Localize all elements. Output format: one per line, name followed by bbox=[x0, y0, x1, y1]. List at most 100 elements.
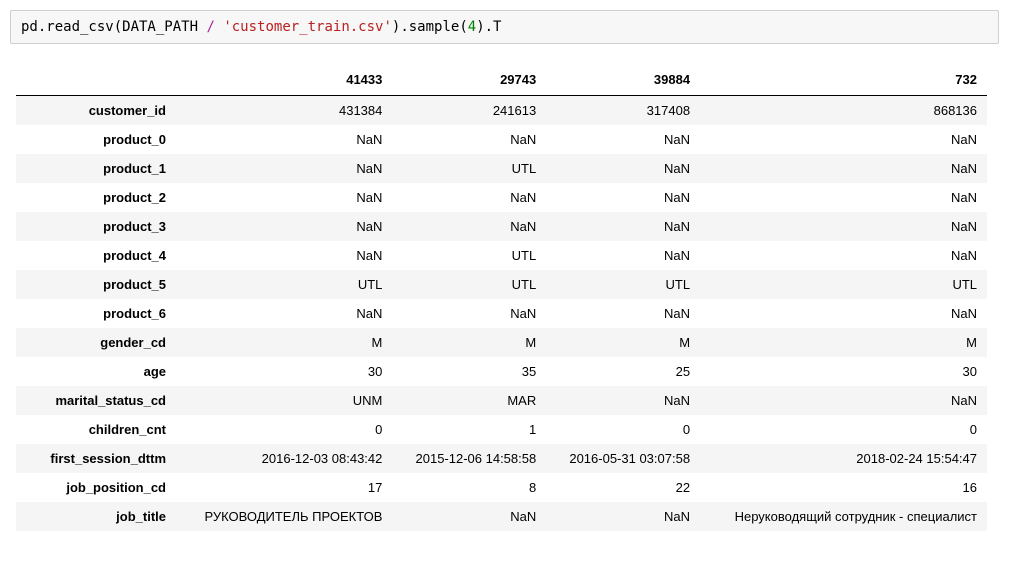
cell-value: 2016-12-03 08:43:42 bbox=[176, 444, 392, 473]
cell-value: Неруководящий сотрудник - специалист bbox=[700, 502, 987, 531]
table-row: product_1 NaN UTL NaN NaN bbox=[16, 154, 987, 183]
cell-value: NaN bbox=[176, 299, 392, 328]
cell-value: M bbox=[546, 328, 700, 357]
column-header: 29743 bbox=[392, 64, 546, 96]
cell-value: NaN bbox=[546, 183, 700, 212]
row-header: product_4 bbox=[16, 241, 176, 270]
cell-value: NaN bbox=[700, 154, 987, 183]
row-header: children_cnt bbox=[16, 415, 176, 444]
table-row: product_4 NaN UTL NaN NaN bbox=[16, 241, 987, 270]
column-header: 732 bbox=[700, 64, 987, 96]
cell-value: NaN bbox=[700, 212, 987, 241]
cell-value: NaN bbox=[546, 299, 700, 328]
cell-value: NaN bbox=[392, 299, 546, 328]
cell-value: NaN bbox=[546, 241, 700, 270]
table-row: marital_status_cd UNM MAR NaN NaN bbox=[16, 386, 987, 415]
table-row: product_0 NaN NaN NaN NaN bbox=[16, 125, 987, 154]
table-row: job_title РУКОВОДИТЕЛЬ ПРОЕКТОВ NaN NaN … bbox=[16, 502, 987, 531]
code-string-literal: 'customer_train.csv' bbox=[223, 19, 392, 35]
cell-value: 30 bbox=[176, 357, 392, 386]
table-row: job_position_cd 17 8 22 16 bbox=[16, 473, 987, 502]
cell-value: 241613 bbox=[392, 96, 546, 126]
cell-value: NaN bbox=[546, 502, 700, 531]
cell-value: NaN bbox=[176, 183, 392, 212]
cell-value: UTL bbox=[392, 241, 546, 270]
code-operator: / bbox=[206, 19, 214, 35]
cell-value: 2018-02-24 15:54:47 bbox=[700, 444, 987, 473]
cell-value: M bbox=[392, 328, 546, 357]
row-header: customer_id bbox=[16, 96, 176, 126]
cell-value: 2016-05-31 03:07:58 bbox=[546, 444, 700, 473]
cell-value: 8 bbox=[392, 473, 546, 502]
cell-value: 30 bbox=[700, 357, 987, 386]
row-header: job_position_cd bbox=[16, 473, 176, 502]
cell-value: NaN bbox=[700, 183, 987, 212]
cell-value: NaN bbox=[176, 154, 392, 183]
row-header: job_title bbox=[16, 502, 176, 531]
cell-value: NaN bbox=[176, 241, 392, 270]
code-segment: pd.read_csv(DATA_PATH bbox=[21, 19, 206, 35]
cell-value: NaN bbox=[546, 125, 700, 154]
cell-value: UTL bbox=[392, 154, 546, 183]
cell-value: UTL bbox=[392, 270, 546, 299]
cell-value: NaN bbox=[700, 299, 987, 328]
column-header: 39884 bbox=[546, 64, 700, 96]
table-row: product_2 NaN NaN NaN NaN bbox=[16, 183, 987, 212]
row-header: product_6 bbox=[16, 299, 176, 328]
row-header: product_2 bbox=[16, 183, 176, 212]
cell-value: 868136 bbox=[700, 96, 987, 126]
cell-value: 16 bbox=[700, 473, 987, 502]
cell-value: РУКОВОДИТЕЛЬ ПРОЕКТОВ bbox=[176, 502, 392, 531]
cell-value: 431384 bbox=[176, 96, 392, 126]
cell-value: MAR bbox=[392, 386, 546, 415]
cell-value: NaN bbox=[546, 154, 700, 183]
row-header: marital_status_cd bbox=[16, 386, 176, 415]
code-segment: ).T bbox=[476, 19, 501, 35]
table-row: product_5 UTL UTL UTL UTL bbox=[16, 270, 987, 299]
code-cell: pd.read_csv(DATA_PATH / 'customer_train.… bbox=[10, 10, 999, 44]
table-header-row: 41433 29743 39884 732 bbox=[16, 64, 987, 96]
row-header: product_3 bbox=[16, 212, 176, 241]
cell-value: 0 bbox=[176, 415, 392, 444]
cell-value: UTL bbox=[546, 270, 700, 299]
cell-value: NaN bbox=[392, 502, 546, 531]
table-row: product_3 NaN NaN NaN NaN bbox=[16, 212, 987, 241]
cell-value: NaN bbox=[392, 183, 546, 212]
cell-value: 0 bbox=[700, 415, 987, 444]
cell-value: 35 bbox=[392, 357, 546, 386]
table-row: customer_id 431384 241613 317408 868136 bbox=[16, 96, 987, 126]
cell-value: 2015-12-06 14:58:58 bbox=[392, 444, 546, 473]
cell-value: 1 bbox=[392, 415, 546, 444]
cell-value: UTL bbox=[700, 270, 987, 299]
cell-value: NaN bbox=[700, 241, 987, 270]
column-header: 41433 bbox=[176, 64, 392, 96]
output-dataframe: 41433 29743 39884 732 customer_id 431384… bbox=[16, 64, 987, 531]
cell-value: NaN bbox=[176, 212, 392, 241]
code-number-literal: 4 bbox=[468, 19, 476, 35]
code-segment: ).sample( bbox=[392, 19, 468, 35]
row-header: gender_cd bbox=[16, 328, 176, 357]
row-header: first_session_dttm bbox=[16, 444, 176, 473]
cell-value: 17 bbox=[176, 473, 392, 502]
cell-value: NaN bbox=[546, 386, 700, 415]
row-header: product_5 bbox=[16, 270, 176, 299]
cell-value: NaN bbox=[392, 125, 546, 154]
cell-value: M bbox=[700, 328, 987, 357]
cell-value: 317408 bbox=[546, 96, 700, 126]
cell-value: 25 bbox=[546, 357, 700, 386]
table-row: gender_cd M M M M bbox=[16, 328, 987, 357]
cell-value: NaN bbox=[700, 386, 987, 415]
table-row: children_cnt 0 1 0 0 bbox=[16, 415, 987, 444]
table-row: first_session_dttm 2016-12-03 08:43:42 2… bbox=[16, 444, 987, 473]
cell-value: M bbox=[176, 328, 392, 357]
row-header: age bbox=[16, 357, 176, 386]
cell-value: 0 bbox=[546, 415, 700, 444]
cell-value: UNM bbox=[176, 386, 392, 415]
cell-value: NaN bbox=[392, 212, 546, 241]
row-header: product_0 bbox=[16, 125, 176, 154]
cell-value: NaN bbox=[546, 212, 700, 241]
table-row: product_6 NaN NaN NaN NaN bbox=[16, 299, 987, 328]
cell-value: 22 bbox=[546, 473, 700, 502]
cell-value: NaN bbox=[700, 125, 987, 154]
cell-value: NaN bbox=[176, 125, 392, 154]
